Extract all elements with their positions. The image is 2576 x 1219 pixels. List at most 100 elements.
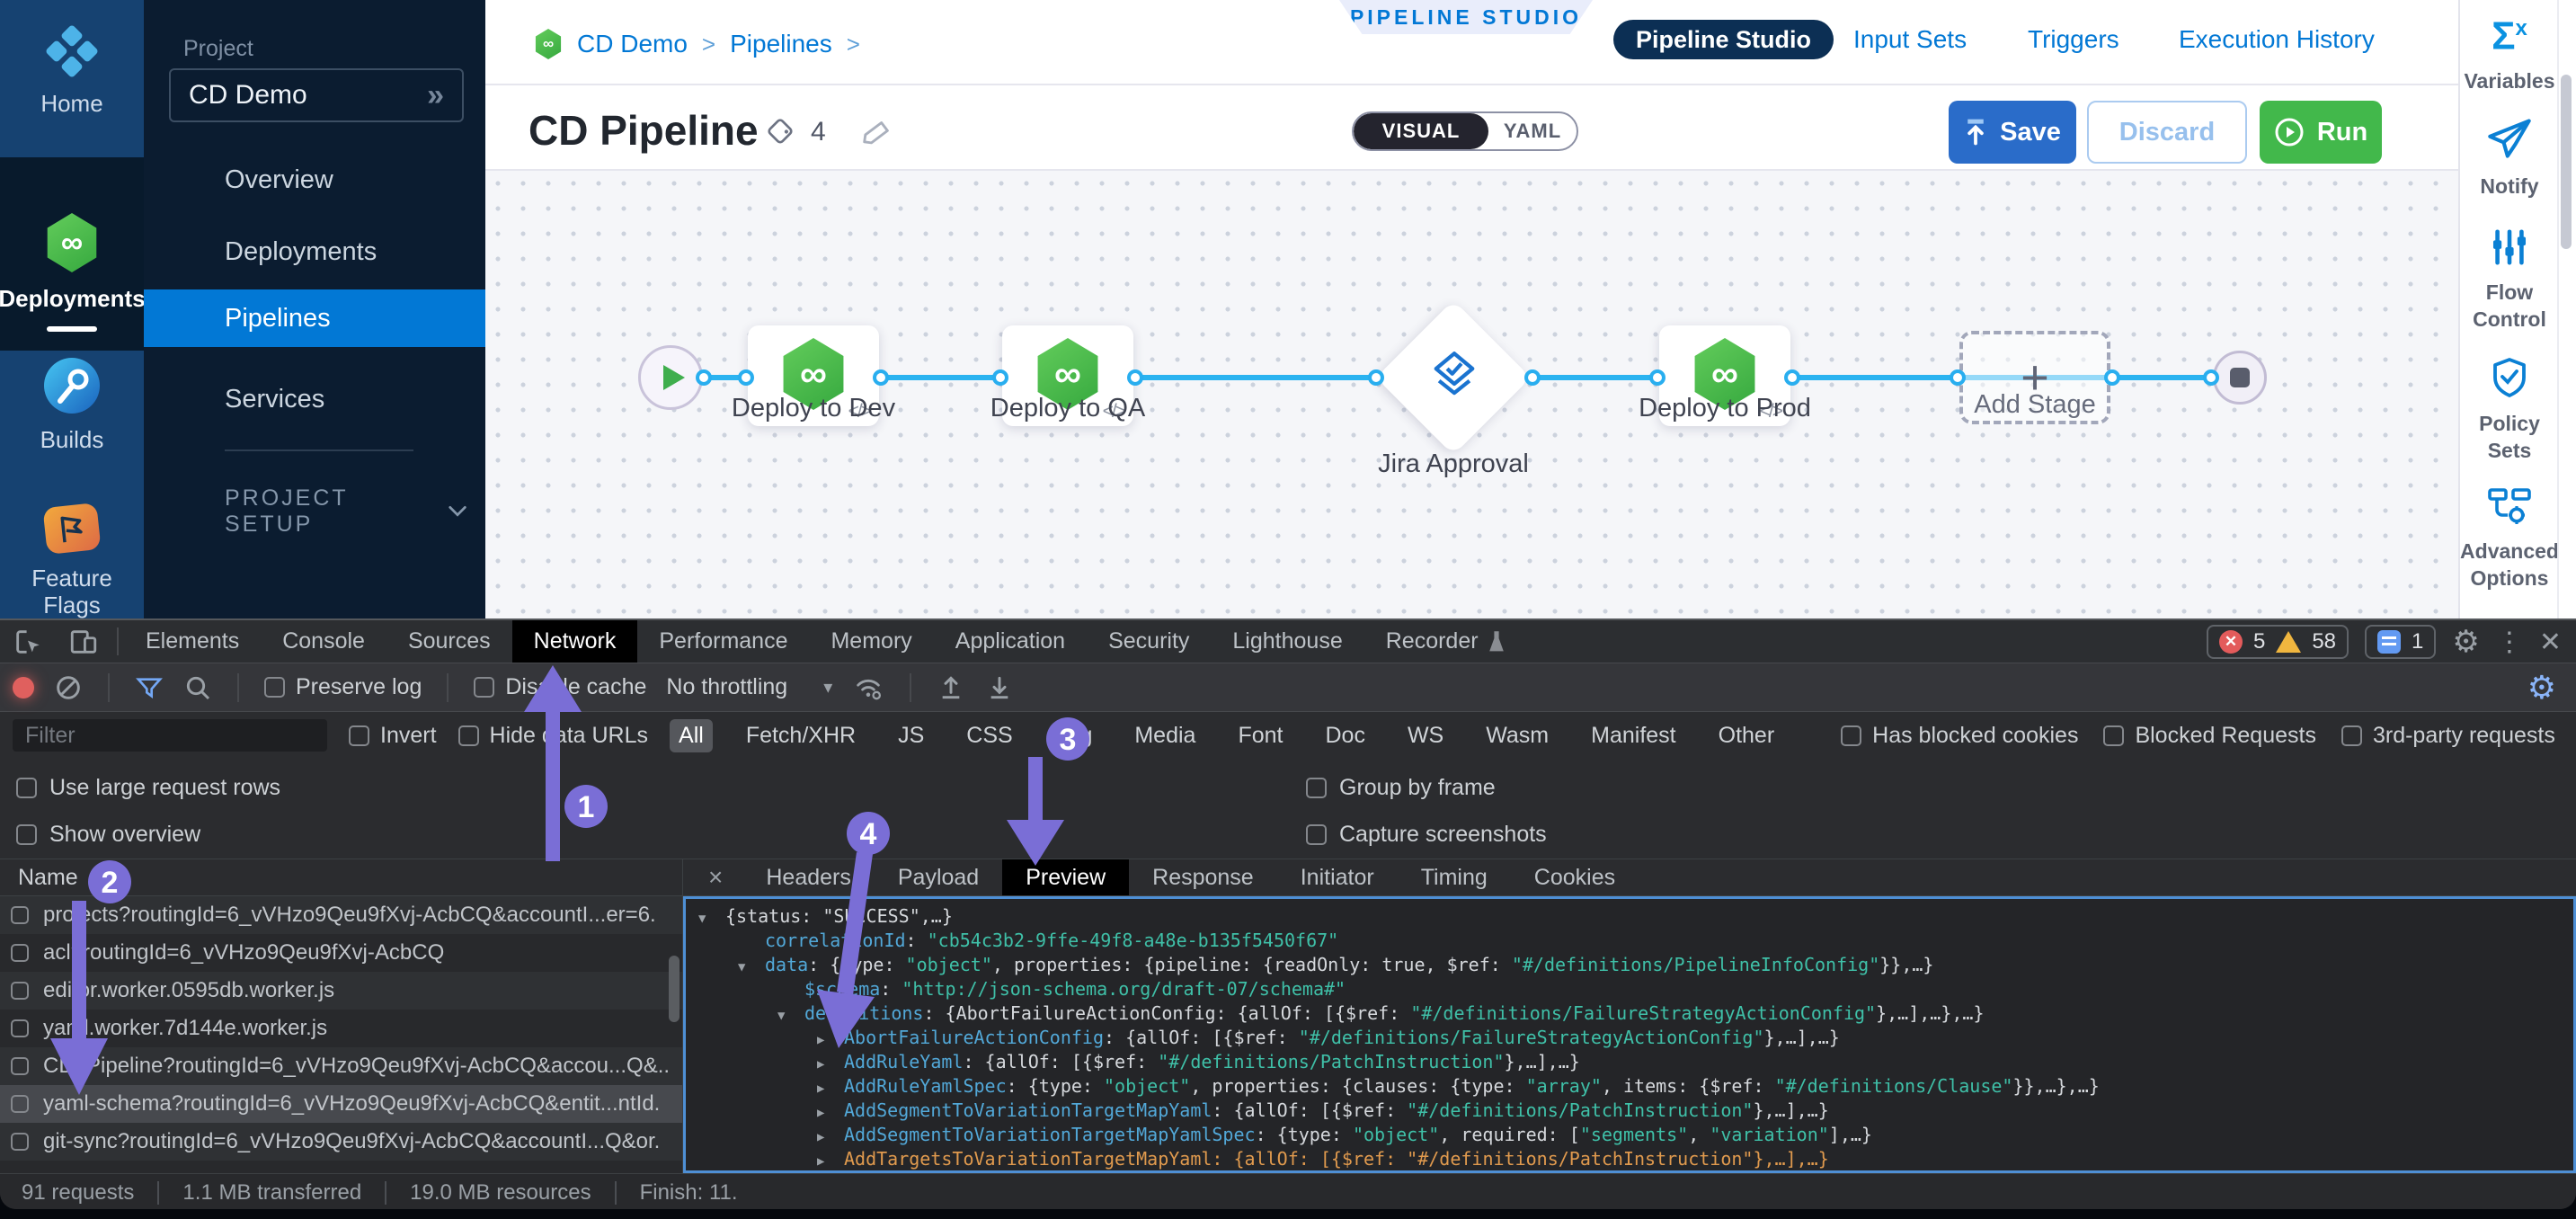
expand-toggle-icon[interactable]: ▶ [817,1077,844,1101]
tab-triggers[interactable]: Triggers [2028,20,2119,59]
close-details-icon[interactable]: × [708,859,737,895]
devtools-tab-elements[interactable]: Elements [124,620,261,663]
checkbox[interactable] [16,824,37,845]
expand-toggle-icon[interactable]: ▼ [698,907,725,931]
preview-json-line[interactable]: ▶AddRuleYamlSpec: {type: "object", prope… [686,1074,2573,1099]
name-column-header[interactable]: Name [0,859,683,895]
record-network-log-button[interactable] [13,677,34,698]
filter-chip-wasm[interactable]: Wasm [1477,719,1558,752]
preserve-log-checkbox[interactable]: Preserve log [264,674,422,700]
request-row-yaml-worker-7d144e-worker-js[interactable]: yaml.worker.7d144e.worker.js [0,1010,682,1047]
sidebar-item-overview[interactable]: Overview [144,151,485,209]
network-conditions-icon[interactable] [852,672,884,703]
project-expand-icon[interactable]: » [427,78,444,113]
tab-input-sets[interactable]: Input Sets [1853,20,1967,59]
checkbox[interactable] [458,725,479,746]
hide-data-urls-checkbox[interactable]: Hide data URLs [458,723,648,749]
nav-module-feature-flags[interactable]: Feature Flags [0,502,144,618]
filter-chip-fetch-xhr[interactable]: Fetch/XHR [737,719,865,752]
tab-pipeline-studio[interactable]: Pipeline Studio [1613,20,1834,59]
checkbox[interactable] [2103,725,2124,746]
details-tab-initiator[interactable]: Initiator [1277,859,1398,895]
project-setup-toggle[interactable]: PROJECT SETUP [225,485,467,538]
connector-dot[interactable] [2203,369,2219,386]
filter-chip-doc[interactable]: Doc [1316,719,1373,752]
request-checkbox[interactable] [11,1095,29,1113]
request-row-yaml-schema[interactable]: yaml-schema?routingId=6_vVHzo9Qeu9fXvj-A… [0,1085,682,1123]
sidebar-item-services[interactable]: Services [144,370,485,428]
request-checkbox[interactable] [11,1133,29,1151]
details-tab-headers[interactable]: Headers [742,859,875,895]
sidebar-item-pipelines[interactable]: Pipelines [144,289,485,347]
project-selector[interactable]: CD Demo » [169,68,464,122]
disable-cache-checkbox[interactable]: Disable cache [474,674,646,700]
tool-flow-control[interactable]: Flow Control [2460,227,2559,333]
settings-gear-icon[interactable]: ⚙ [2452,624,2479,660]
devtools-tab-console[interactable]: Console [261,620,386,663]
filter-chip-manifest[interactable]: Manifest [1582,719,1684,752]
expand-toggle-icon[interactable]: ▶ [817,1150,844,1173]
import-har-icon[interactable] [937,673,965,702]
request-row-git-sync[interactable]: git-sync?routingId=6_vVHzo9Qeu9fXvj-AcbC… [0,1123,682,1161]
toggle-yaml[interactable]: YAML [1488,113,1577,149]
third-party-requests-checkbox[interactable]: 3rd-party requests [2341,723,2555,749]
request-row-cd-pipeline[interactable]: CD_Pipeline?routingId=6_vVHzo9Qeu9fXvj-A… [0,1047,682,1085]
run-button[interactable]: Run [2260,101,2382,164]
toggle-visual[interactable]: VISUAL [1354,113,1488,149]
devtools-tab-application[interactable]: Application [934,620,1087,663]
device-toolbar-icon[interactable] [56,620,111,663]
export-har-icon[interactable] [985,673,1014,702]
details-tab-timing[interactable]: Timing [1398,859,1511,895]
capture-screenshots-checkbox[interactable]: Capture screenshots [1306,822,1547,848]
invert-checkbox[interactable]: Invert [349,723,437,749]
filter-funnel-icon[interactable] [135,673,164,702]
tool-policy-sets[interactable]: Policy Sets [2460,356,2559,464]
filter-chip-media[interactable]: Media [1125,719,1204,752]
request-checkbox[interactable] [11,982,29,1000]
issues-badge[interactable]: 1 [2365,625,2436,659]
preview-json-line[interactable]: ▶AddSegmentToVariationTargetMapYamlSpec:… [686,1123,2573,1147]
group-by-frame-checkbox[interactable]: Group by frame [1306,775,1496,801]
filter-chip-js[interactable]: JS [889,719,933,752]
edit-pencil-icon[interactable] [860,115,894,149]
request-checkbox[interactable] [11,906,29,924]
sidebar-item-deployments[interactable]: Deployments [144,223,485,280]
details-tab-cookies[interactable]: Cookies [1511,859,1639,895]
preview-json-line[interactable]: ▶AddRuleYaml: {allOf: [{$ref: "#/definit… [686,1050,2573,1074]
expand-toggle-icon[interactable]: ▼ [738,956,765,980]
request-list-scrollbar-thumb[interactable] [669,956,680,1022]
network-settings-gear-icon[interactable]: ⚙ [2527,669,2556,707]
pipeline-end-node[interactable] [2213,351,2267,405]
checkbox[interactable] [264,677,285,698]
expand-toggle-icon[interactable]: ▶ [817,1028,844,1053]
filter-chip-all[interactable]: All [670,719,713,752]
nav-module-home[interactable]: Home [0,0,144,157]
show-overview-checkbox[interactable]: Show overview [16,822,200,848]
checkbox[interactable] [474,677,494,698]
inspect-element-icon[interactable] [0,620,56,663]
connector-dot[interactable] [2104,369,2120,386]
expand-toggle-icon[interactable]: ▶ [817,1053,844,1077]
preview-json-line[interactable]: ▶AddTargetsToVariationTargetMapYaml: {al… [686,1147,2573,1171]
devtools-tab-recorder[interactable]: Recorder [1364,620,1527,663]
checkbox[interactable] [1306,824,1327,845]
checkbox[interactable] [1841,725,1861,746]
tool-variables[interactable]: Σx Variables [2460,9,2559,94]
connector-dot[interactable] [1649,369,1666,386]
details-tab-preview[interactable]: Preview [1002,859,1129,895]
connector-dot[interactable] [1368,369,1384,386]
preview-json-line[interactable]: ▶AddSegmentToVariationTargetMapYaml: {al… [686,1099,2573,1123]
console-errors-warnings-badge[interactable]: ✕ 5 58 [2207,625,2349,659]
preview-pane[interactable]: ▼{status: "SUCCESS",…}correlationId: "cb… [683,896,2576,1173]
save-button[interactable]: Save [1949,101,2076,164]
request-checkbox[interactable] [11,944,29,962]
filter-chip-css[interactable]: CSS [957,719,1021,752]
kebab-menu-icon[interactable]: ⋮ [2496,627,2523,658]
filter-input[interactable] [13,719,327,752]
filter-chip-other[interactable]: Other [1710,719,1784,752]
devtools-tab-memory[interactable]: Memory [809,620,933,663]
use-large-request-rows-checkbox[interactable]: Use large request rows [16,775,280,801]
connector-dot[interactable] [992,369,1008,386]
connector-dot[interactable] [1950,369,1966,386]
tool-notify[interactable]: Notify [2460,115,2559,200]
